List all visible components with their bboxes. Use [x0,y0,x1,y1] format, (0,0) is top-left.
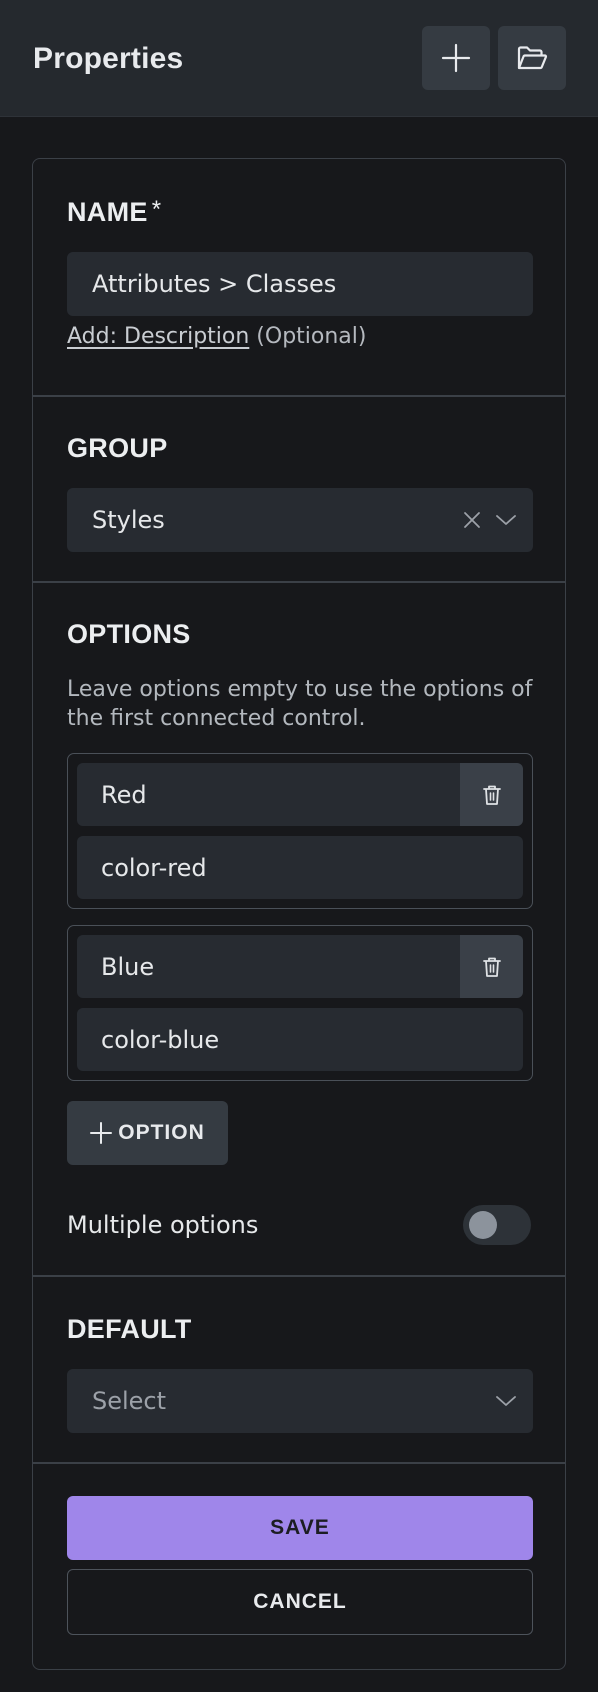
trash-icon [482,785,501,805]
delete-option-button[interactable] [460,935,523,998]
add-option-label: OPTION [118,1121,205,1144]
options-help-text: Leave options empty to use the options o… [67,677,533,731]
trash-icon [482,957,501,977]
chevron-down-icon [496,1396,516,1406]
divider [33,1462,565,1464]
option-label-input[interactable]: Red [77,763,460,826]
toggle-knob [469,1211,497,1239]
group-select[interactable]: Styles [67,488,533,552]
cancel-button[interactable]: CANCEL [67,1569,533,1635]
open-button[interactable] [498,26,566,90]
optional-text: (Optional) [256,324,367,349]
name-section-title: NAME * [67,196,162,228]
page-title: Properties [33,42,184,75]
multiple-options-label: Multiple options [67,1211,259,1239]
option-value-input[interactable]: color-red [77,836,523,899]
close-icon[interactable] [463,511,481,529]
plus-icon [441,43,471,73]
default-select-placeholder: Select [92,1387,167,1415]
add-button[interactable] [422,26,490,90]
description-line: Add: Description (Optional) [67,324,366,349]
option-card: Blue color-blue [67,925,533,1081]
option-label-input[interactable]: Blue [77,935,460,998]
required-mark: * [151,196,162,223]
plus-icon [90,1122,113,1144]
divider [33,1275,565,1277]
divider [33,395,565,397]
delete-option-button[interactable] [460,763,523,826]
option-value-input[interactable]: color-blue [77,1008,523,1071]
add-description-link[interactable]: Add: Description [67,324,249,349]
group-select-value: Styles [92,506,165,534]
properties-header: Properties [0,0,598,117]
default-section-title: DEFAULT [67,1314,192,1344]
options-section-title: OPTIONS [67,619,191,649]
group-section-title: GROUP [67,433,168,463]
option-card: Red color-red [67,753,533,909]
properties-panel: NAME * Attributes > Classes Add: Descript… [32,158,566,1670]
chevron-down-icon [496,515,516,525]
name-title-text: NAME [67,197,148,227]
add-option-button[interactable]: OPTION [67,1101,228,1165]
save-button[interactable]: SAVE [67,1496,533,1560]
multiple-options-toggle[interactable] [463,1205,531,1245]
default-select[interactable]: Select [67,1369,533,1433]
folder-open-icon [517,46,548,70]
divider [33,581,565,583]
name-input[interactable]: Attributes > Classes [67,252,533,316]
